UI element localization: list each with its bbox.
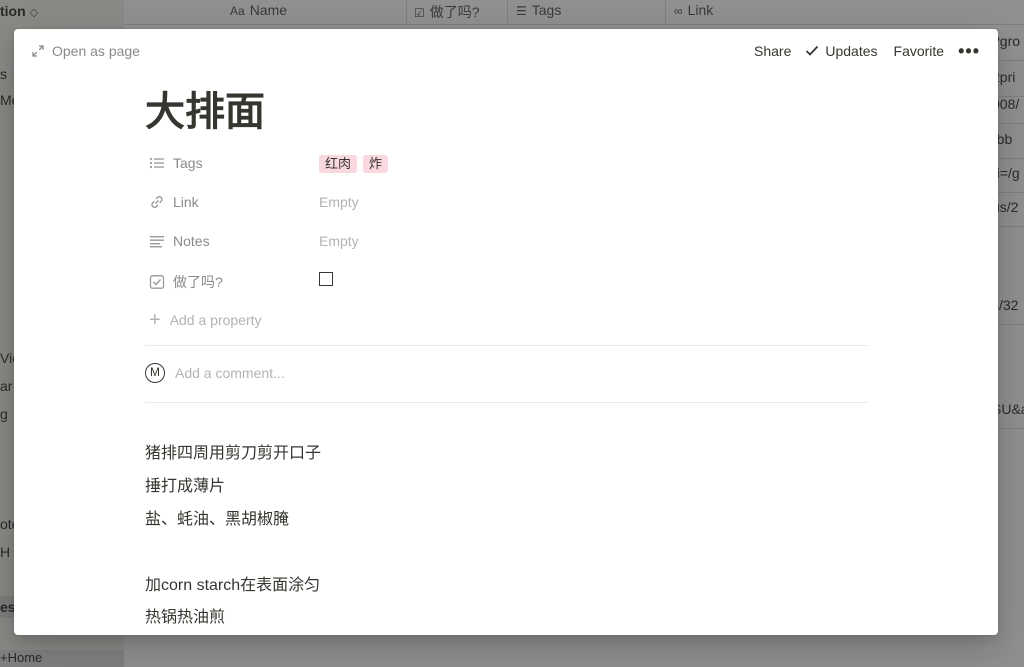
sidebar-workspace-title: tion ◇ [0, 3, 39, 19]
table-header: Aa Name ☑ 做了吗? ☰ Tags ∞ Link [124, 0, 1024, 25]
expand-arrows-icon [32, 45, 44, 57]
property-row-notes[interactable]: Notes Empty [145, 227, 869, 257]
property-name[interactable]: Link [149, 194, 199, 210]
property-row-link[interactable]: Link Empty [145, 188, 869, 218]
property-value-tags[interactable]: 红肉 炸 [319, 155, 394, 173]
check-icon [806, 45, 819, 56]
list-icon: ☰ [516, 4, 527, 18]
text-block[interactable]: 盐、蚝油、黑胡椒腌 [145, 505, 289, 529]
text-lines-icon [150, 236, 164, 248]
property-name[interactable]: Notes [149, 233, 210, 249]
property-value-link[interactable]: Empty [319, 194, 359, 210]
comment-input[interactable]: Add a comment... [175, 365, 285, 381]
plus-icon: + [149, 309, 161, 331]
divider [145, 345, 869, 346]
property-name[interactable]: 做了吗? [149, 272, 223, 292]
divider [145, 402, 869, 403]
checkbox-icon: ☑ [414, 6, 425, 20]
column-done: ☑ 做了吗? [414, 4, 480, 20]
topbar-actions: Share Updates Favorite ••• [738, 42, 980, 60]
comment-row[interactable]: M Add a comment... [145, 363, 285, 383]
favorite-button[interactable]: Favorite [894, 43, 945, 59]
list-icon [149, 157, 164, 169]
text-block[interactable]: 捶打成薄片 [145, 472, 225, 496]
column-divider [406, 0, 407, 24]
done-checkbox[interactable] [319, 272, 333, 286]
more-options-icon[interactable]: ••• [958, 42, 980, 60]
column-tags: ☰ Tags [516, 2, 562, 18]
share-button[interactable]: Share [754, 43, 791, 59]
modal-topbar: Open as page Share Updates Favorite ••• [14, 29, 998, 75]
sidebar-snippet: g [0, 406, 8, 422]
text-type-icon: Aa [230, 4, 245, 18]
property-value-notes[interactable]: Empty [319, 233, 359, 249]
column-divider [665, 0, 666, 24]
text-block[interactable]: 加corn starch在表面涂匀 [145, 571, 320, 595]
chevron-updown-icon: ◇ [29, 7, 39, 19]
open-as-page-button[interactable]: Open as page [32, 43, 140, 59]
link-icon: ∞ [674, 4, 683, 18]
sidebar-snippet: s [0, 66, 7, 82]
checkbox-icon [149, 275, 165, 289]
sidebar-snippet: H [0, 544, 11, 560]
link-icon [151, 196, 163, 208]
column-name: Aa Name [230, 2, 288, 18]
page-peek-modal: Open as page Share Updates Favorite ••• … [14, 29, 998, 635]
property-row-tags[interactable]: Tags 红肉 炸 [145, 149, 869, 179]
page-title[interactable]: 大排面 [145, 86, 265, 138]
text-block[interactable]: 猪排四周用剪刀剪开口子 [145, 439, 321, 463]
column-link: ∞ Link [674, 2, 714, 18]
updates-button[interactable]: Updates [805, 43, 878, 59]
tag-chip[interactable]: 红肉 [319, 155, 358, 173]
add-property-button[interactable]: + Add a property [149, 309, 262, 331]
tag-chip[interactable]: 炸 [363, 155, 389, 173]
text-block[interactable]: 热锅热油煎 [145, 603, 225, 627]
avatar: M [145, 363, 165, 383]
property-name[interactable]: Tags [149, 155, 203, 171]
sidebar-home-item: +Home [0, 650, 124, 667]
column-divider [507, 0, 508, 24]
property-value-done[interactable] [319, 272, 333, 286]
property-row-done[interactable]: 做了吗? [145, 266, 869, 296]
